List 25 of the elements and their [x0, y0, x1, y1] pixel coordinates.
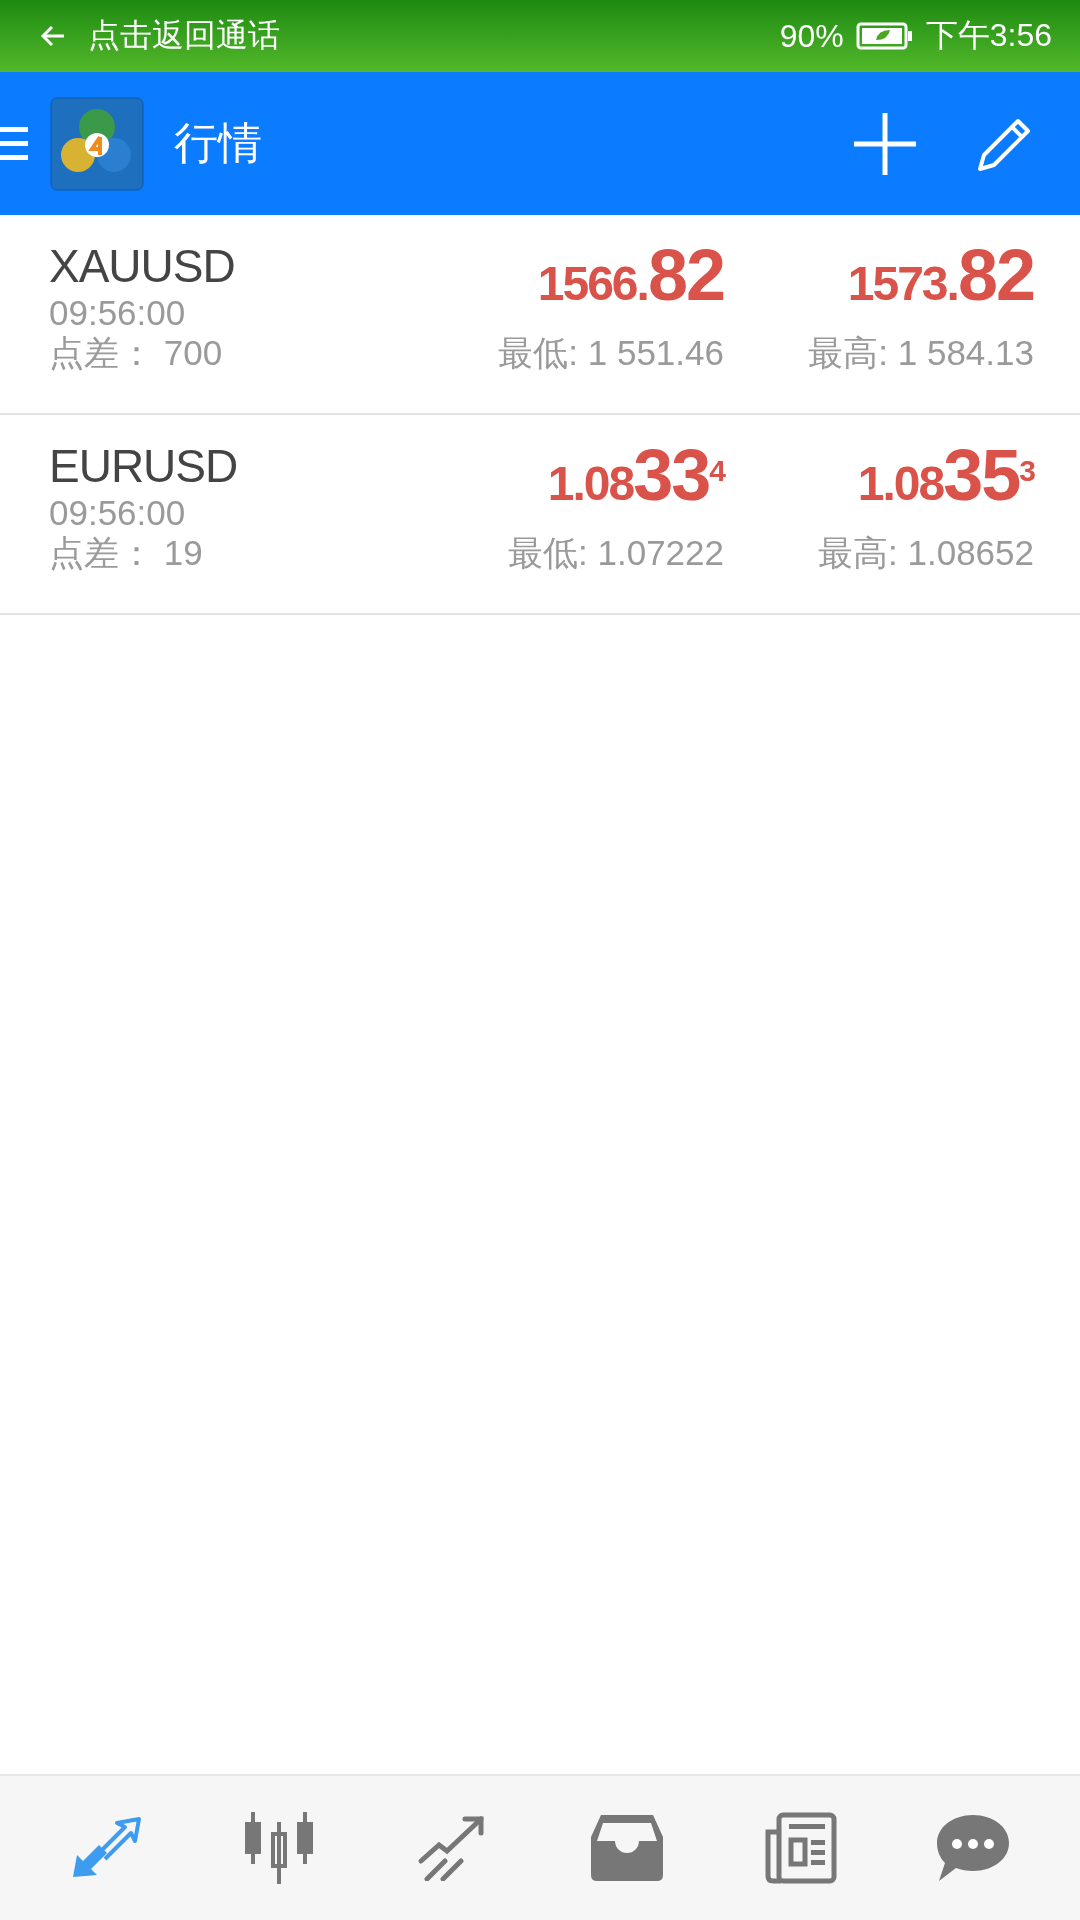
clock: 下午3:56	[925, 16, 1052, 55]
high-price: 最高: 1 584.13	[808, 333, 1034, 373]
price: 1573.82	[847, 237, 1034, 317]
symbol-name: XAUUSD	[49, 239, 236, 293]
quote-row[interactable]: EURUSD 09:56:00 点差： 19 1.0833$^{4}$ 最低: 1.07222 1.0835$^{3}$ 最高: 1.08652	[0, 415, 1080, 615]
quote-time: 09:56:00	[49, 493, 187, 533]
menu-icon[interactable]	[0, 124, 30, 163]
inbox-icon	[590, 1815, 663, 1881]
spread-text: 点差： 700	[49, 333, 224, 373]
back-arrow-icon	[40, 24, 66, 48]
battery-icon	[855, 22, 914, 50]
screen-title: 行情	[174, 117, 263, 169]
app-logo-icon	[50, 96, 144, 191]
high-price: 最高: 1.08652	[818, 533, 1034, 573]
low-price: 最低: 1 551.46	[498, 333, 724, 373]
price: 1.0833$^{4}$	[547, 437, 724, 517]
quote-time: 09:56:00	[49, 293, 187, 333]
low-price: 最低: 1.07222	[508, 533, 724, 573]
price: 1.0835$^{3}$	[857, 437, 1034, 517]
symbol-name: EURUSD	[49, 439, 239, 493]
spread-text: 点差： 19	[49, 533, 204, 573]
chat-icon	[935, 1813, 1012, 1883]
battery-percent: 90%	[779, 17, 844, 55]
price: 1566.82	[537, 237, 724, 317]
quote-row[interactable]: XAUUSD 09:56:00 点差： 700 1566.82 最低: 1 551.46 1573.82 最高: 1 584.13	[0, 215, 1080, 415]
